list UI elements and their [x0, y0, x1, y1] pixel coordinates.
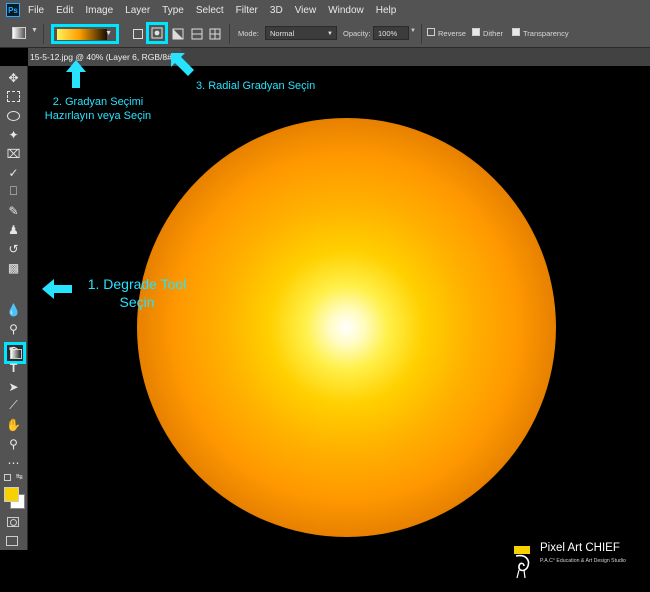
annotation-step-2: 2. Gradyan Seçimi Hazırlayın veya Seçin: [28, 96, 168, 124]
chameleon-logo-icon: [514, 546, 530, 579]
magic-wand-tool-icon[interactable]: ✦: [4, 125, 23, 144]
separator: [421, 24, 422, 44]
blur-tool-icon[interactable]: 💧: [4, 300, 23, 319]
dither-label: Dither: [483, 29, 504, 38]
line-tool-icon[interactable]: ⟋: [4, 396, 23, 415]
watermark-subtitle: P.A.C° Education & Art Design Studio: [540, 558, 626, 564]
chevron-down-icon[interactable]: ▼: [31, 27, 38, 34]
gradient-picker[interactable]: ▼: [51, 24, 119, 44]
options-bar: ▼ ▼ Mode: Normal ▼ Opacity: 100% ▼ Rever…: [0, 20, 650, 48]
reverse-checkbox[interactable]: [427, 28, 435, 36]
annotation-step-1-line-2: Seçin: [119, 293, 155, 310]
healing-brush-tool-icon[interactable]: ⎕: [4, 182, 23, 201]
watermark: Pixel Art CHIEF P.A.C° Education & Art D…: [512, 540, 644, 588]
pen-tool-icon[interactable]: ✒: [4, 339, 23, 358]
radial-gradient-button[interactable]: [146, 22, 168, 44]
type-tool-icon[interactable]: T: [4, 358, 23, 377]
linear-gradient-icon[interactable]: [133, 29, 143, 39]
zoom-tool-icon[interactable]: ⚲: [4, 434, 23, 453]
quick-mask-icon[interactable]: [7, 517, 19, 527]
chevron-down-icon[interactable]: ▼: [410, 28, 416, 34]
chevron-down-icon: ▼: [327, 31, 333, 37]
annotation-step-2-line-2: Hazırlayın veya Seçin: [44, 109, 152, 122]
menu-3d[interactable]: 3D: [270, 5, 283, 16]
annotation-step-3: 3. Radial Gradyan Seçin: [196, 80, 316, 92]
reverse-label: Reverse: [438, 29, 466, 38]
foreground-color-swatch[interactable]: [4, 487, 19, 502]
reflected-gradient-icon[interactable]: [191, 28, 203, 40]
mode-select[interactable]: Normal ▼: [265, 26, 337, 40]
menu-layer[interactable]: Layer: [125, 5, 150, 16]
tools-panel: ✥ ✦ ⌧ ✓ ⎕ ✎ ♟ ↺ ▩ 💧 ⚲ ✒ T ➤ ⟋ ✋ ⚲ ⋯ ↹: [0, 66, 28, 550]
lasso-tool-icon[interactable]: [4, 106, 23, 125]
arrow-left-icon: [42, 279, 72, 299]
menu-image[interactable]: Image: [85, 5, 113, 16]
diamond-gradient-icon[interactable]: [209, 28, 221, 40]
transparency-label: Transparency: [523, 29, 569, 38]
document-tab[interactable]: 15-5-12.jpg @ 40% (Layer 6, RGB/8#): [28, 48, 181, 66]
clone-stamp-tool-icon[interactable]: ♟: [4, 220, 23, 239]
radial-gradient-icon: [151, 27, 163, 39]
history-brush-tool-icon[interactable]: ↺: [4, 239, 23, 258]
radial-gradient-glow: [137, 118, 556, 537]
menu-file[interactable]: File: [28, 5, 44, 16]
hand-tool-icon[interactable]: ✋: [4, 415, 23, 434]
mode-value: Normal: [270, 29, 295, 38]
move-tool-icon[interactable]: ✥: [4, 68, 23, 87]
dither-checkbox[interactable]: [472, 28, 480, 36]
crop-tool-icon[interactable]: ⌧: [4, 144, 23, 163]
arrow-up-icon: [66, 60, 86, 88]
menu-edit[interactable]: Edit: [56, 5, 73, 16]
mode-label: Mode:: [238, 29, 259, 38]
annotation-step-2-line-1: 2. Gradyan Seçimi: [52, 96, 144, 108]
marquee-tool-icon[interactable]: [4, 87, 23, 106]
tool-preset-picker[interactable]: [12, 27, 26, 39]
gradient-preview: [57, 29, 107, 40]
photoshop-logo-icon: Ps: [6, 3, 20, 17]
menu-help[interactable]: Help: [376, 5, 397, 16]
default-colors-icon[interactable]: [4, 474, 11, 481]
menu-window[interactable]: Window: [328, 5, 364, 16]
brush-tool-icon[interactable]: ✎: [4, 201, 23, 220]
annotation-step-1-line-1: 1. Degrade Tool: [87, 276, 187, 292]
arrow-up-left-icon: [171, 53, 194, 76]
menu-bar: Ps File Edit Image Layer Type Select Fil…: [0, 0, 650, 20]
eraser-tool-icon[interactable]: ▩: [4, 258, 23, 277]
eyedropper-tool-icon[interactable]: ✓: [4, 163, 23, 182]
menu-view[interactable]: View: [295, 5, 317, 16]
separator: [43, 24, 44, 44]
menu-select[interactable]: Select: [196, 5, 224, 16]
chevron-down-icon[interactable]: ▼: [105, 30, 112, 37]
document-tab-strip: 15-5-12.jpg @ 40% (Layer 6, RGB/8#): [28, 48, 650, 66]
opacity-label: Opacity:: [343, 29, 371, 38]
annotation-step-1: 1. Degrade Tool Seçin: [77, 276, 197, 311]
path-selection-tool-icon[interactable]: ➤: [4, 377, 23, 396]
more-tools-icon[interactable]: ⋯: [4, 453, 23, 472]
dodge-tool-icon[interactable]: ⚲: [4, 319, 23, 338]
menu-filter[interactable]: Filter: [236, 5, 258, 16]
opacity-value: 100%: [378, 29, 398, 38]
angle-gradient-icon[interactable]: [172, 28, 184, 40]
opacity-field[interactable]: 100%: [373, 26, 409, 40]
screen-mode-icon[interactable]: [6, 536, 18, 546]
watermark-title: Pixel Art CHIEF: [540, 542, 620, 554]
swap-colors-icon[interactable]: ↹: [16, 472, 23, 481]
transparency-checkbox[interactable]: [512, 28, 520, 36]
menu-type[interactable]: Type: [162, 5, 184, 16]
separator: [229, 24, 230, 44]
